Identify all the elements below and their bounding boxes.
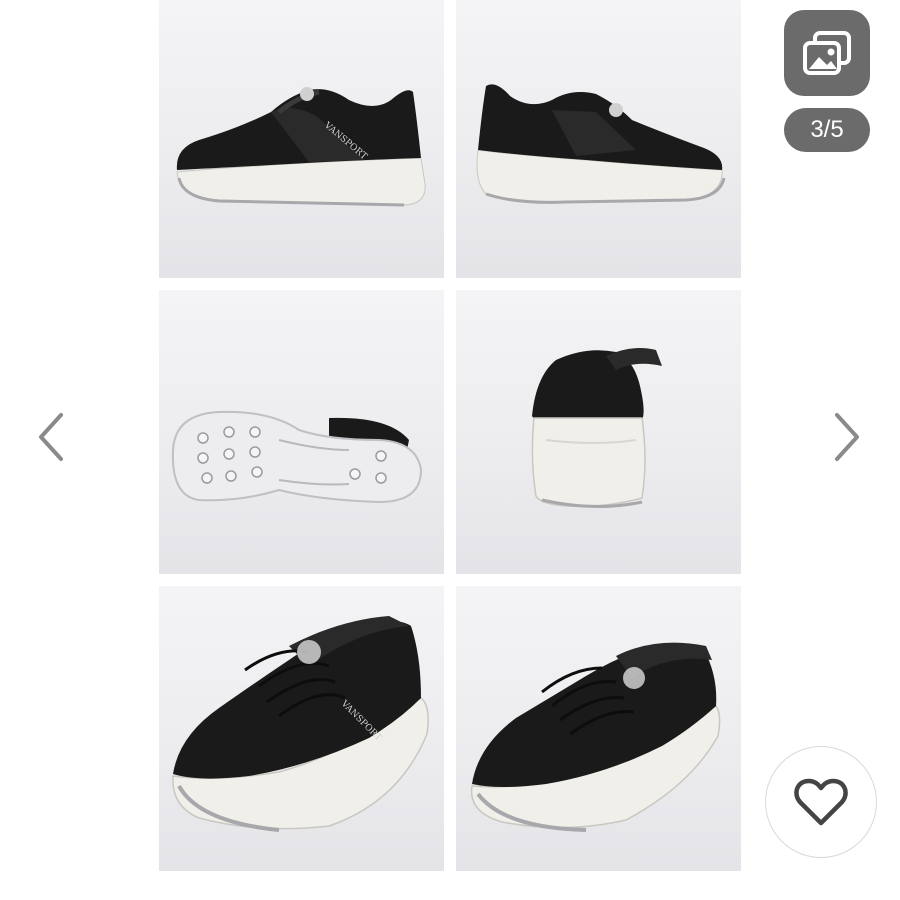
image-stack-icon <box>803 31 851 75</box>
shoe-outsole-image <box>171 410 423 504</box>
heart-outline-icon <box>794 778 848 826</box>
shoe-side-left-image: VANSPORT <box>176 87 426 207</box>
shoe-side-right-image <box>476 84 726 204</box>
photo-side-view-right[interactable] <box>456 0 741 278</box>
shoe-three-quarter-left-image: VANSPORT <box>172 616 429 832</box>
photo-three-quarter-left[interactable]: VANSPORT <box>159 586 444 871</box>
previous-image-button[interactable] <box>30 405 70 469</box>
photo-three-quarter-right[interactable] <box>456 586 741 871</box>
shoe-three-quarter-right-image <box>470 642 721 832</box>
photo-outsole-view[interactable] <box>159 290 444 574</box>
next-image-button[interactable] <box>828 405 868 469</box>
chevron-right-icon <box>835 413 859 461</box>
open-gallery-button[interactable] <box>784 10 870 96</box>
shoe-rear-image <box>531 348 662 509</box>
like-button[interactable] <box>765 746 877 858</box>
chevron-left-icon <box>39 413 63 461</box>
image-counter: 3/5 <box>784 108 870 152</box>
product-photo-grid: VANSPORT VANSPORT <box>159 0 741 872</box>
photo-side-view-left[interactable]: VANSPORT <box>159 0 444 278</box>
photo-rear-view[interactable] <box>456 290 741 574</box>
